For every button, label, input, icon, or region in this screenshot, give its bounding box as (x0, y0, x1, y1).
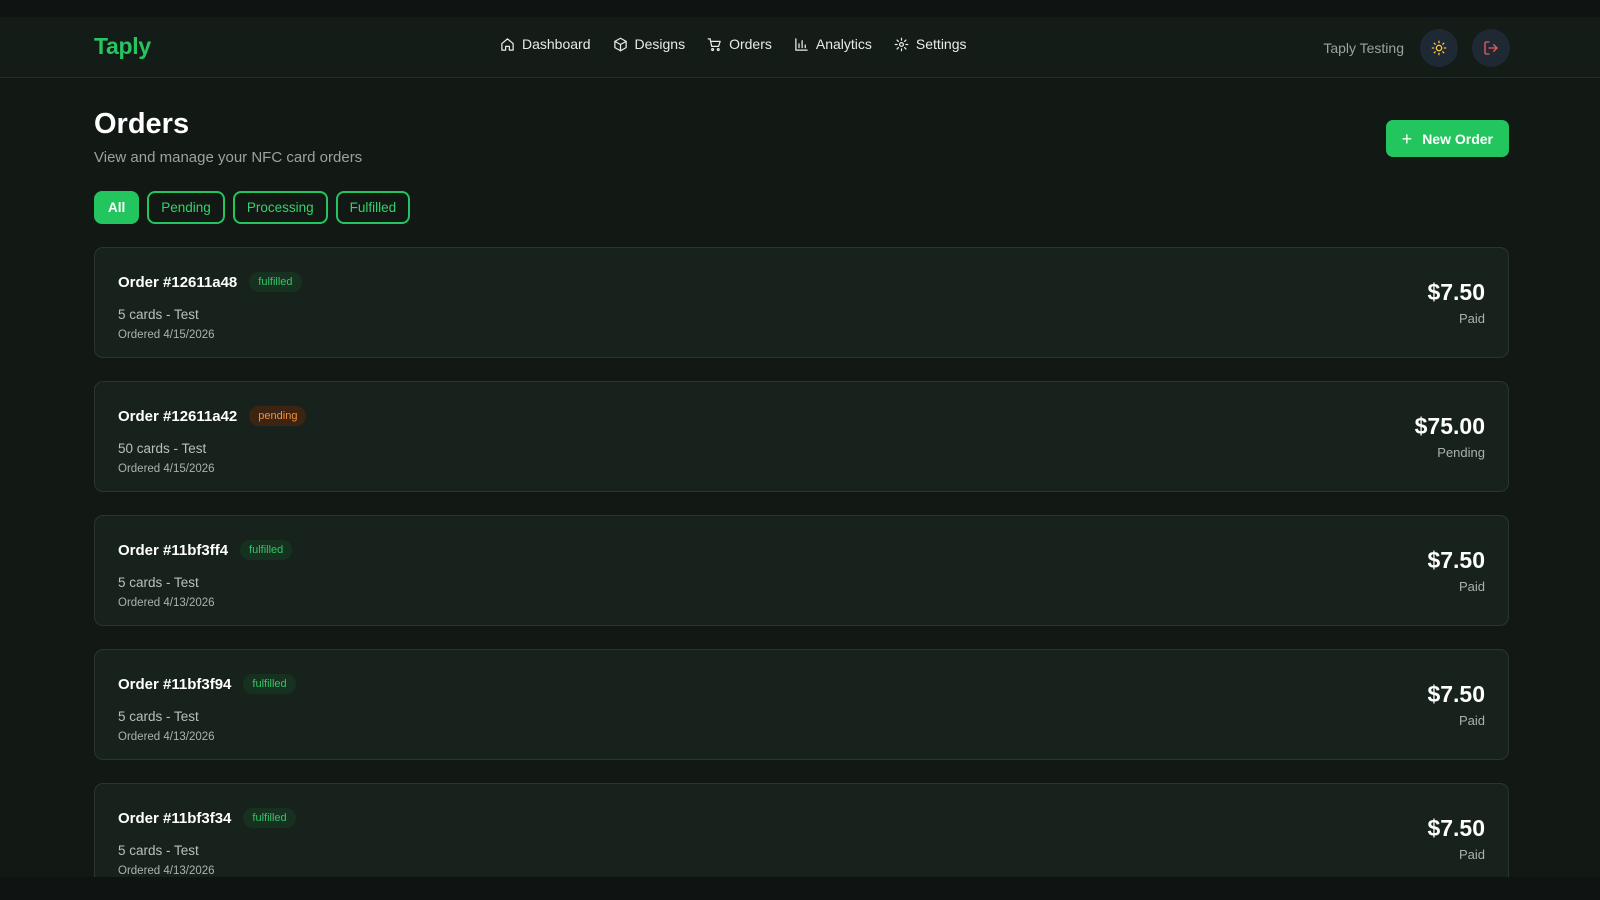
order-description: 5 cards - Test (118, 843, 199, 858)
status-badge: fulfilled (249, 272, 302, 292)
user-name: Taply Testing (1323, 40, 1404, 56)
brand-logo[interactable]: Taply (94, 33, 151, 60)
payment-status: Paid (1458, 579, 1485, 594)
nav-item-orders[interactable]: Orders (707, 36, 772, 52)
order-card[interactable]: Order #12611a42 pending 50 cards - Test … (94, 381, 1509, 492)
status-badge: fulfilled (240, 540, 293, 560)
nav-item-label: Orders (729, 36, 772, 52)
payment-status: Paid (1458, 847, 1485, 862)
order-amount: $75.00 (1414, 413, 1485, 439)
cart-icon (707, 37, 721, 51)
order-title-row: Order #12611a42 pending (118, 406, 307, 426)
order-date: Ordered 4/13/2026 (118, 865, 215, 877)
order-id: Order #12611a42 (118, 407, 238, 425)
new-order-label: New Order (1422, 130, 1493, 147)
filter-all[interactable]: All (94, 191, 140, 224)
filter-fulfilled[interactable]: Fulfilled (335, 191, 411, 224)
order-id: Order #12611a48 (118, 273, 238, 291)
order-date: Ordered 4/13/2026 (118, 731, 215, 743)
order-card[interactable]: Order #11bf3ff4 fulfilled 5 cards - Test… (94, 515, 1509, 626)
filter-processing[interactable]: Processing (232, 191, 328, 224)
nav-item-designs[interactable]: Designs (613, 36, 686, 52)
window-top-strip (0, 0, 1600, 17)
order-date: Ordered 4/15/2026 (118, 329, 215, 341)
order-description: 5 cards - Test (118, 575, 199, 590)
payment-status: Paid (1458, 713, 1485, 728)
nav-item-dashboard[interactable]: Dashboard (500, 36, 591, 52)
gear-icon (894, 37, 909, 51)
logout-icon (1484, 41, 1498, 55)
order-amount: $7.50 (1427, 279, 1485, 305)
payment-status: Pending (1437, 445, 1485, 460)
order-date: Ordered 4/15/2026 (118, 463, 215, 475)
order-filter-tabs: All Pending Processing Fulfilled (94, 191, 411, 224)
nav-item-label: Analytics (815, 36, 872, 52)
order-card[interactable]: Order #12611a48 fulfilled 5 cards - Test… (94, 247, 1509, 358)
nav-item-analytics[interactable]: Analytics (794, 36, 872, 52)
order-title-row: Order #11bf3ff4 fulfilled (118, 540, 293, 560)
plus-icon: + (1401, 128, 1413, 149)
page-title: Orders (94, 108, 190, 140)
nav-item-label: Designs (634, 36, 686, 52)
order-id: Order #11bf3f94 (118, 675, 232, 693)
order-date: Ordered 4/13/2026 (118, 597, 215, 609)
order-title-row: Order #11bf3f34 fulfilled (118, 808, 296, 828)
main-nav: Dashboard Designs Orders Analytics Setti… (500, 36, 967, 52)
order-id: Order #11bf3ff4 (118, 541, 229, 559)
theme-toggle-button[interactable] (1420, 29, 1458, 67)
nav-item-label: Dashboard (522, 36, 591, 52)
order-description: 50 cards - Test (118, 441, 207, 456)
sun-icon (1431, 40, 1447, 56)
order-amount: $7.50 (1427, 815, 1485, 841)
window-bottom-strip (0, 877, 1600, 900)
filter-pending[interactable]: Pending (147, 191, 225, 224)
nav-item-settings[interactable]: Settings (894, 36, 967, 52)
order-amount: $7.50 (1427, 547, 1485, 573)
home-icon (501, 37, 514, 51)
order-description: 5 cards - Test (118, 307, 199, 322)
status-badge: fulfilled (243, 808, 296, 828)
payment-status: Paid (1458, 311, 1485, 326)
status-badge: pending (249, 406, 307, 426)
logout-button[interactable] (1472, 29, 1510, 67)
order-amount: $7.50 (1427, 681, 1485, 707)
box-icon (613, 37, 627, 51)
order-card[interactable]: Order #11bf3f94 fulfilled 5 cards - Test… (94, 649, 1509, 760)
order-title-row: Order #11bf3f94 fulfilled (118, 674, 296, 694)
nav-item-label: Settings (915, 36, 967, 52)
orders-list: Order #12611a48 fulfilled 5 cards - Test… (94, 247, 1509, 894)
page-subtitle: View and manage your NFC card orders (94, 149, 363, 166)
order-title-row: Order #12611a48 fulfilled (118, 272, 302, 292)
nav-user-area: Taply Testing (1323, 29, 1510, 67)
new-order-button[interactable]: + New Order (1385, 120, 1509, 157)
status-badge: fulfilled (243, 674, 296, 694)
order-description: 5 cards - Test (118, 709, 199, 724)
top-navbar: Taply Dashboard Designs Orders Analytics… (0, 17, 1600, 78)
order-id: Order #11bf3f34 (118, 809, 232, 827)
bar-chart-icon (795, 37, 808, 51)
